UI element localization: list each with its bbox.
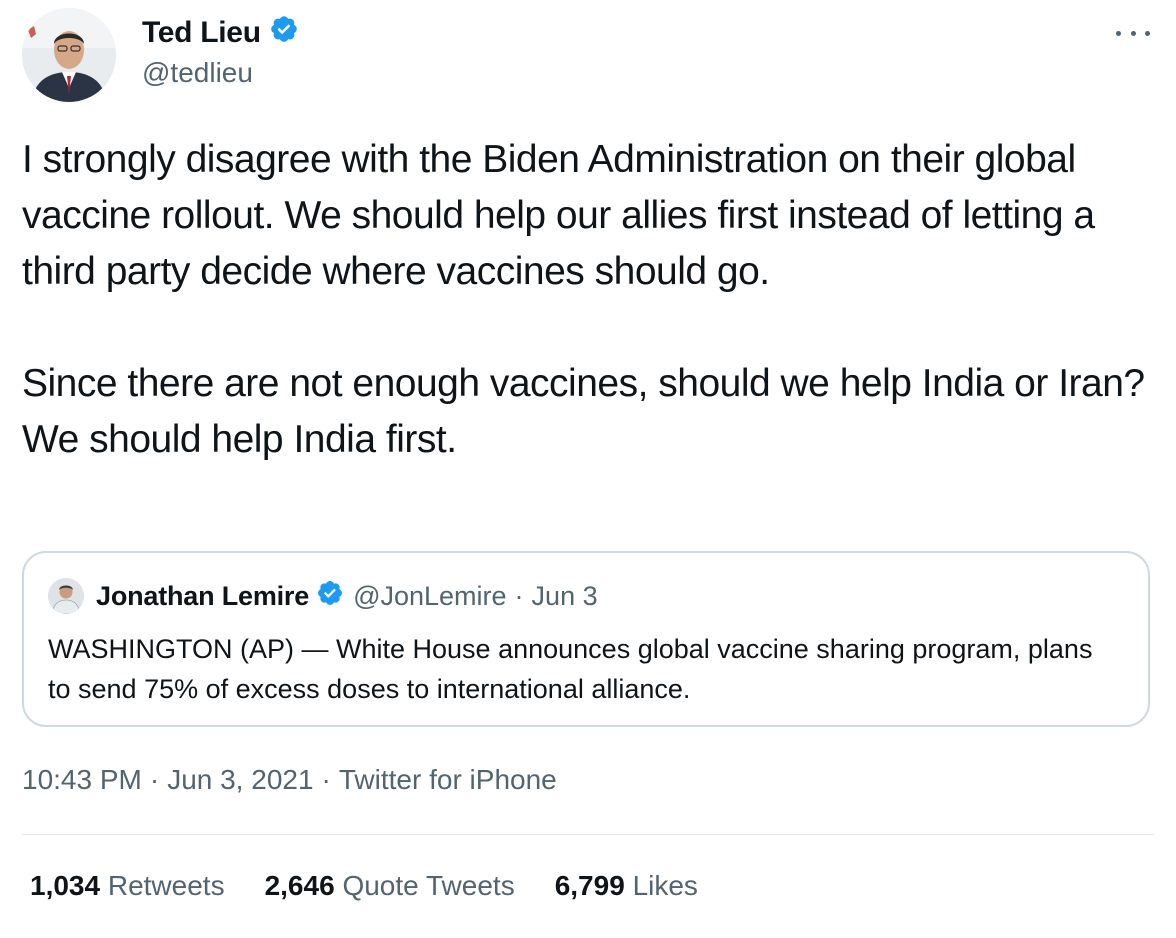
author-name[interactable]: Ted Lieu: [142, 14, 299, 52]
quoted-tweet-text: WASHINGTON (AP) — White House announces …: [48, 634, 1093, 704]
likes-label: Likes: [632, 870, 698, 901]
more-options-icon[interactable]: [1116, 28, 1150, 38]
author-name-text: Ted Lieu: [142, 16, 261, 49]
author-avatar-image: [22, 8, 116, 102]
quoted-separator: ·: [514, 581, 524, 611]
quote-tweets-stat[interactable]: 2,646 Quote Tweets: [265, 870, 515, 902]
quote-tweets-label: Quote Tweets: [342, 870, 515, 901]
quoted-tweet-card[interactable]: Jonathan Lemire @JonLemire · Jun 3 WASHI…: [22, 551, 1150, 727]
retweets-label: Retweets: [107, 870, 225, 901]
tweet-time[interactable]: 10:43 PM: [22, 764, 142, 795]
engagement-stats: 1,034 Retweets 2,646 Quote Tweets 6,799 …: [30, 870, 738, 902]
author-avatar[interactable]: [22, 8, 116, 102]
meta-separator: ·: [149, 764, 160, 795]
tweet-text: I strongly disagree with the Biden Admin…: [22, 132, 1152, 468]
likes-count: 6,799: [554, 870, 625, 901]
likes-stat[interactable]: 6,799 Likes: [555, 870, 698, 902]
verified-badge-icon: [269, 14, 299, 52]
meta-separator: ·: [321, 764, 331, 795]
tweet-date[interactable]: Jun 3, 2021: [167, 764, 313, 795]
verified-badge-icon: [316, 579, 344, 614]
retweets-stat[interactable]: 1,034 Retweets: [30, 870, 225, 902]
quoted-tweet-header: Jonathan Lemire @JonLemire · Jun 3: [96, 579, 598, 614]
author-handle[interactable]: @tedlieu: [142, 57, 253, 89]
tweet-source[interactable]: Twitter for iPhone: [339, 764, 557, 795]
quoted-tweet-date: Jun 3: [531, 581, 598, 611]
quoted-author-handle: @JonLemire: [353, 581, 507, 611]
retweets-count: 1,034: [30, 870, 101, 901]
more-dot: [1130, 30, 1136, 36]
quoted-author-avatar: [48, 578, 84, 614]
divider: [22, 834, 1154, 835]
tweet-paragraph: I strongly disagree with the Biden Admin…: [22, 138, 1095, 293]
quoted-author-name: Jonathan Lemire: [96, 581, 310, 611]
quoted-avatar-image: [48, 578, 84, 614]
quote-tweets-count: 2,646: [264, 870, 335, 901]
more-dot: [1145, 30, 1150, 36]
more-dot: [1116, 30, 1121, 36]
tweet-paragraph: Since there are not enough vaccines, sho…: [22, 362, 1145, 461]
tweet-meta: 10:43 PM · Jun 3, 2021 · Twitter for iPhone: [22, 764, 557, 796]
